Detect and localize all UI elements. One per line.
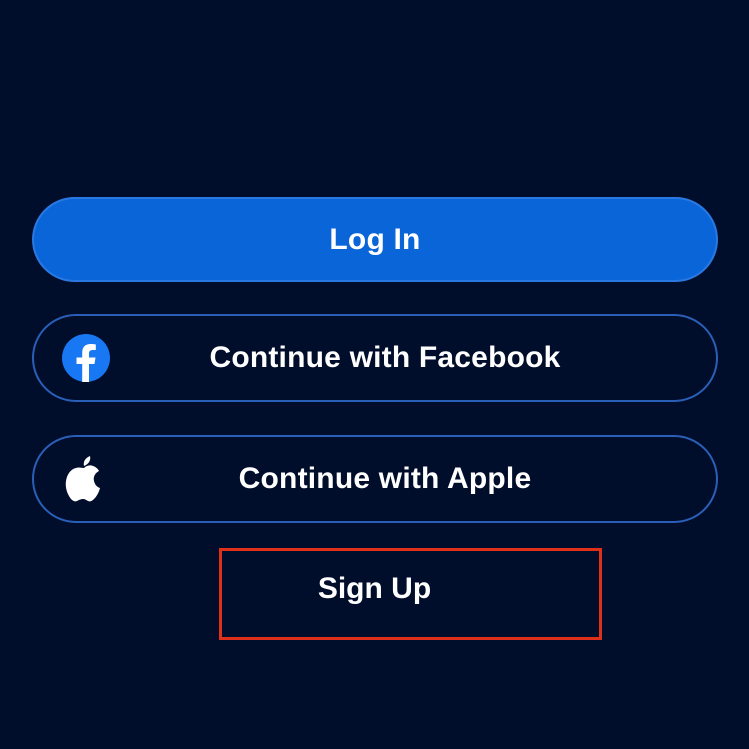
login-button[interactable]: Log In: [32, 197, 718, 282]
apple-button-label: Continue with Apple: [238, 462, 532, 495]
signup-button[interactable]: Sign Up: [222, 551, 527, 627]
continue-with-facebook-button[interactable]: Continue with Facebook: [32, 314, 718, 402]
login-button-label: Log In: [329, 222, 421, 256]
apple-icon: [62, 454, 106, 504]
facebook-icon: [62, 334, 110, 382]
signup-button-label: Sign Up: [317, 572, 432, 605]
auth-screen: Log In Continue with Facebook Continue w…: [0, 0, 749, 749]
facebook-button-label: Continue with Facebook: [209, 341, 561, 374]
continue-with-apple-button[interactable]: Continue with Apple: [32, 435, 718, 523]
